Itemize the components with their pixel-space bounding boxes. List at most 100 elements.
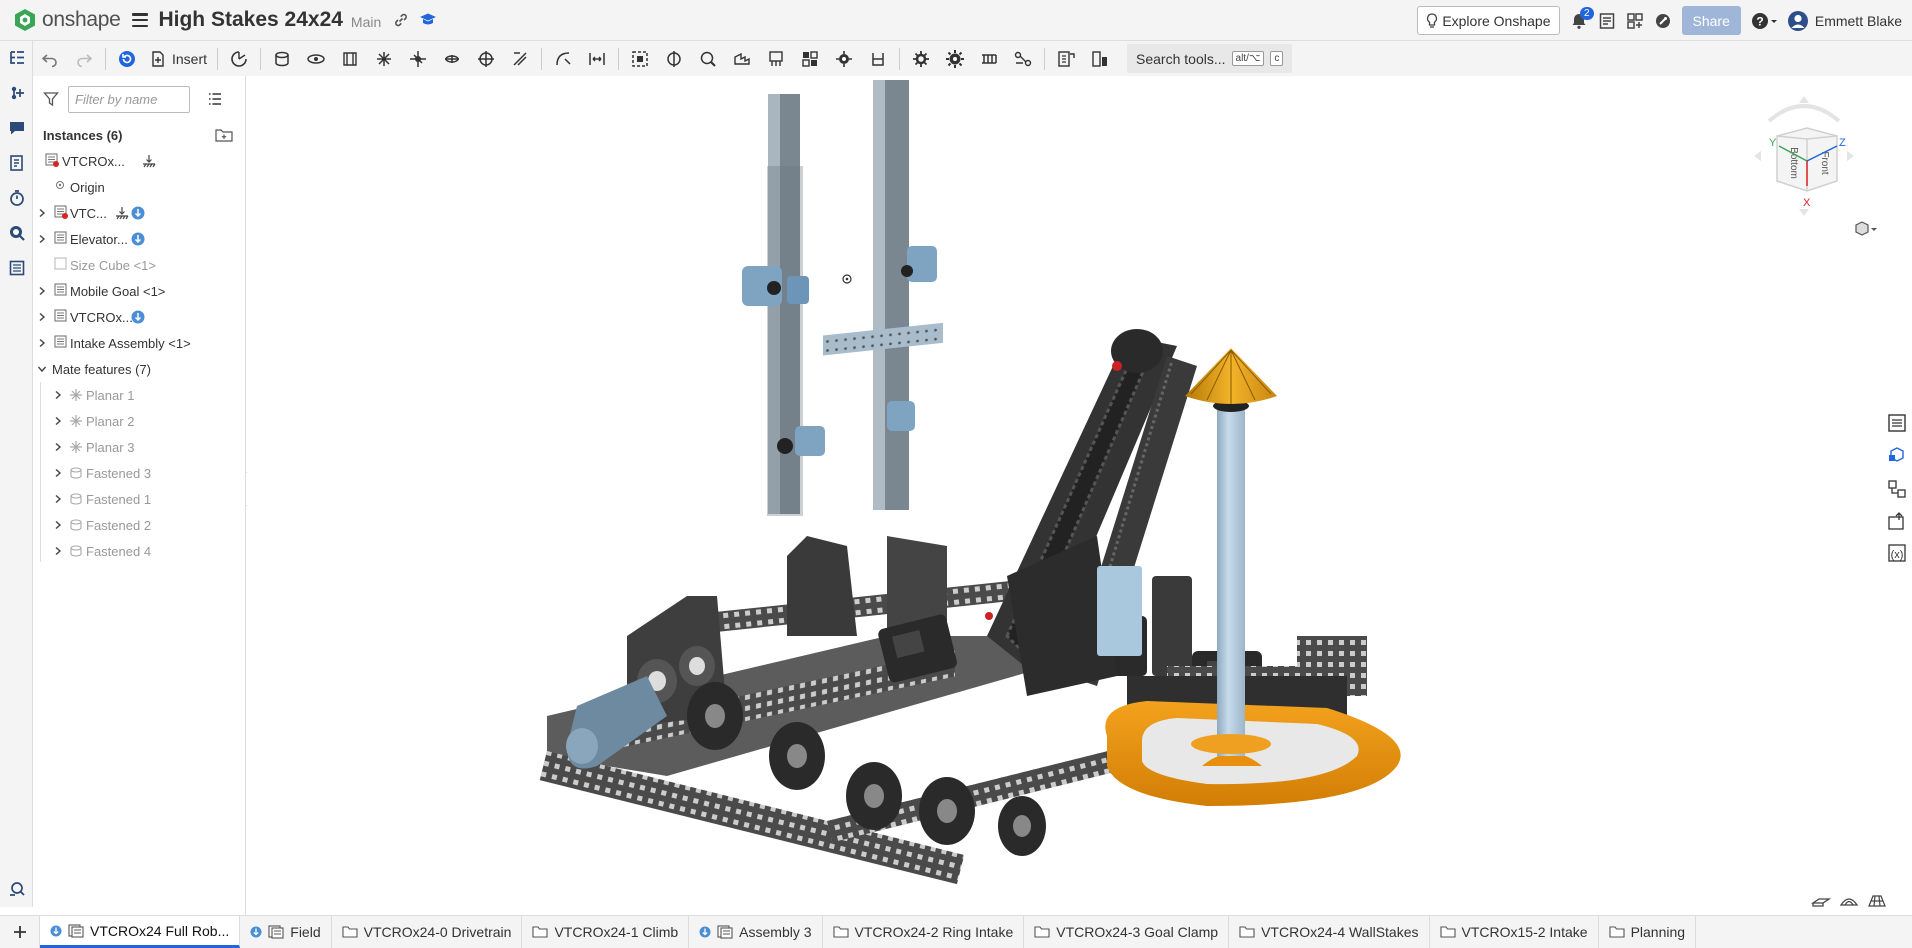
variable-studio-icon[interactable]: (x) (1887, 543, 1907, 563)
notes-icon[interactable] (8, 154, 26, 172)
fastened-mate-icon[interactable] (270, 47, 294, 71)
update-available-icon[interactable] (131, 232, 145, 246)
user-menu[interactable]: Emmett Blake (1787, 10, 1902, 32)
explode-view-icon[interactable] (1054, 47, 1078, 71)
document-tab[interactable]: VTCROx24-0 Drivetrain (332, 916, 523, 948)
chevron-right-icon[interactable] (53, 520, 63, 530)
document-title[interactable]: High Stakes 24x24 (158, 8, 342, 32)
instance-row[interactable]: VTCROx... (33, 304, 245, 330)
document-tab[interactable]: VTCROx24 Full Rob... (40, 916, 241, 948)
bill-of-materials-icon[interactable] (8, 259, 26, 277)
chevron-right-icon[interactable] (53, 416, 63, 426)
grid-floor-icon[interactable] (1867, 891, 1887, 909)
section-view-icon[interactable] (1811, 891, 1831, 909)
update-available-icon[interactable] (131, 206, 145, 220)
linear-relation-icon[interactable] (832, 47, 856, 71)
help-icon[interactable]: ? (1751, 12, 1777, 30)
document-list-icon[interactable] (1598, 12, 1616, 30)
add-tab-button[interactable] (0, 916, 40, 948)
document-tab[interactable]: VTCROx24-4 WallStakes (1229, 916, 1430, 948)
document-tab[interactable]: VTCROx24-1 Climb (522, 916, 690, 948)
gear-relation-icon[interactable] (730, 47, 754, 71)
slider-mate-icon[interactable] (338, 47, 362, 71)
search-history-icon[interactable] (8, 880, 26, 898)
group-icon[interactable] (628, 47, 652, 71)
revolute-mate-icon[interactable] (304, 47, 328, 71)
update-available-icon[interactable] (131, 310, 145, 324)
comments-icon[interactable] (8, 119, 26, 137)
mate-feature-row[interactable]: Planar 1 (33, 382, 245, 408)
chevron-right-icon[interactable] (53, 390, 63, 400)
chevron-right-icon[interactable] (53, 494, 63, 504)
instance-row[interactable]: VTC... (33, 200, 245, 226)
app-store-icon[interactable] (1626, 12, 1644, 30)
pin-slot-mate-icon[interactable] (440, 47, 464, 71)
share-button[interactable]: Share (1681, 6, 1741, 35)
chevron-right-icon[interactable] (37, 286, 47, 296)
chain-icon[interactable] (977, 47, 1001, 71)
screw-relation-icon[interactable] (798, 47, 822, 71)
rack-pinion-icon[interactable] (764, 47, 788, 71)
chevron-right-icon[interactable] (37, 338, 47, 348)
document-tab[interactable]: VTCROx24-3 Goal Clamp (1024, 916, 1230, 948)
mate-connector-tool-icon[interactable] (662, 47, 686, 71)
animation-timer-icon[interactable] (8, 189, 26, 207)
mate-feature-row[interactable]: Planar 3 (33, 434, 245, 460)
onshape-logo[interactable]: onshape (14, 8, 121, 32)
origin-row[interactable]: Origin (33, 174, 245, 200)
mate-features-header[interactable]: Mate features (7) (33, 356, 245, 382)
learning-center-icon[interactable] (419, 12, 437, 28)
mate-feature-row[interactable]: Fastened 4 (33, 538, 245, 564)
document-tab[interactable]: Planning (1599, 916, 1697, 948)
instance-row[interactable]: Elevator... (33, 226, 245, 252)
relation-icon[interactable] (696, 47, 720, 71)
gear-settings-icon[interactable] (909, 47, 933, 71)
regenerate-icon[interactable] (115, 47, 139, 71)
instance-row[interactable]: Intake Assembly <1> (33, 330, 245, 356)
mate-feature-row[interactable]: Fastened 1 (33, 486, 245, 512)
document-tab[interactable]: Assembly 3 (689, 916, 823, 948)
chevron-down-icon[interactable] (37, 364, 47, 374)
feature-list-icon[interactable] (8, 49, 26, 67)
mate-feature-row[interactable]: Fastened 3 (33, 460, 245, 486)
chevron-right-icon[interactable] (53, 546, 63, 556)
graphics-viewport[interactable]: Bottom Front Y Z X (247, 76, 1888, 915)
search-tools-button[interactable]: Search tools... alt/⌥ c (1127, 44, 1293, 73)
chevron-right-icon[interactable] (53, 468, 63, 478)
replicate-icon[interactable] (227, 47, 251, 71)
mate-feature-row[interactable]: Planar 2 (33, 408, 245, 434)
tangent-mate-icon[interactable] (551, 47, 575, 71)
width-mate-icon[interactable] (585, 47, 609, 71)
properties-panel-icon[interactable] (1887, 413, 1907, 433)
document-tab[interactable]: VTCROx24-2 Ring Intake (823, 916, 1025, 948)
view-cube-orbit-icon[interactable] (1767, 104, 1841, 123)
notifications-bell-icon[interactable]: 2 (1570, 6, 1594, 30)
parallel-mate-icon[interactable] (508, 47, 532, 71)
chevron-right-icon[interactable] (53, 442, 63, 452)
instance-row[interactable]: Mobile Goal <1> (33, 278, 245, 304)
cut-section-icon[interactable] (866, 47, 890, 71)
chevron-right-icon[interactable] (37, 208, 47, 218)
undo-icon[interactable] (38, 47, 62, 71)
view-cube[interactable]: Bottom Front Y Z X (1749, 91, 1859, 231)
ball-mate-icon[interactable] (474, 47, 498, 71)
filter-by-name-input[interactable]: Filter by name (68, 85, 190, 113)
redo-icon[interactable] (72, 47, 96, 71)
render-studio-icon[interactable] (1654, 12, 1672, 30)
named-positions-icon[interactable] (1088, 47, 1112, 71)
view-options-icon[interactable] (1853, 220, 1877, 238)
mass-properties-icon[interactable] (1887, 511, 1907, 531)
chevron-right-icon[interactable] (37, 234, 47, 244)
branch-label[interactable]: Main (351, 14, 381, 30)
insert-button[interactable]: Insert (150, 50, 207, 68)
explore-onshape-button[interactable]: Explore Onshape (1417, 6, 1560, 35)
mate-connector-icon[interactable] (8, 84, 26, 102)
instance-row[interactable]: VTCROx... (33, 148, 245, 174)
cylindrical-mate-icon[interactable] (406, 47, 430, 71)
link-icon[interactable] (393, 12, 409, 28)
list-view-icon[interactable] (207, 91, 223, 107)
configurations-icon[interactable] (1887, 479, 1907, 499)
gear-large-icon[interactable] (943, 47, 967, 71)
render-mode-icon[interactable] (1839, 891, 1859, 909)
inspect-icon[interactable] (8, 224, 26, 242)
